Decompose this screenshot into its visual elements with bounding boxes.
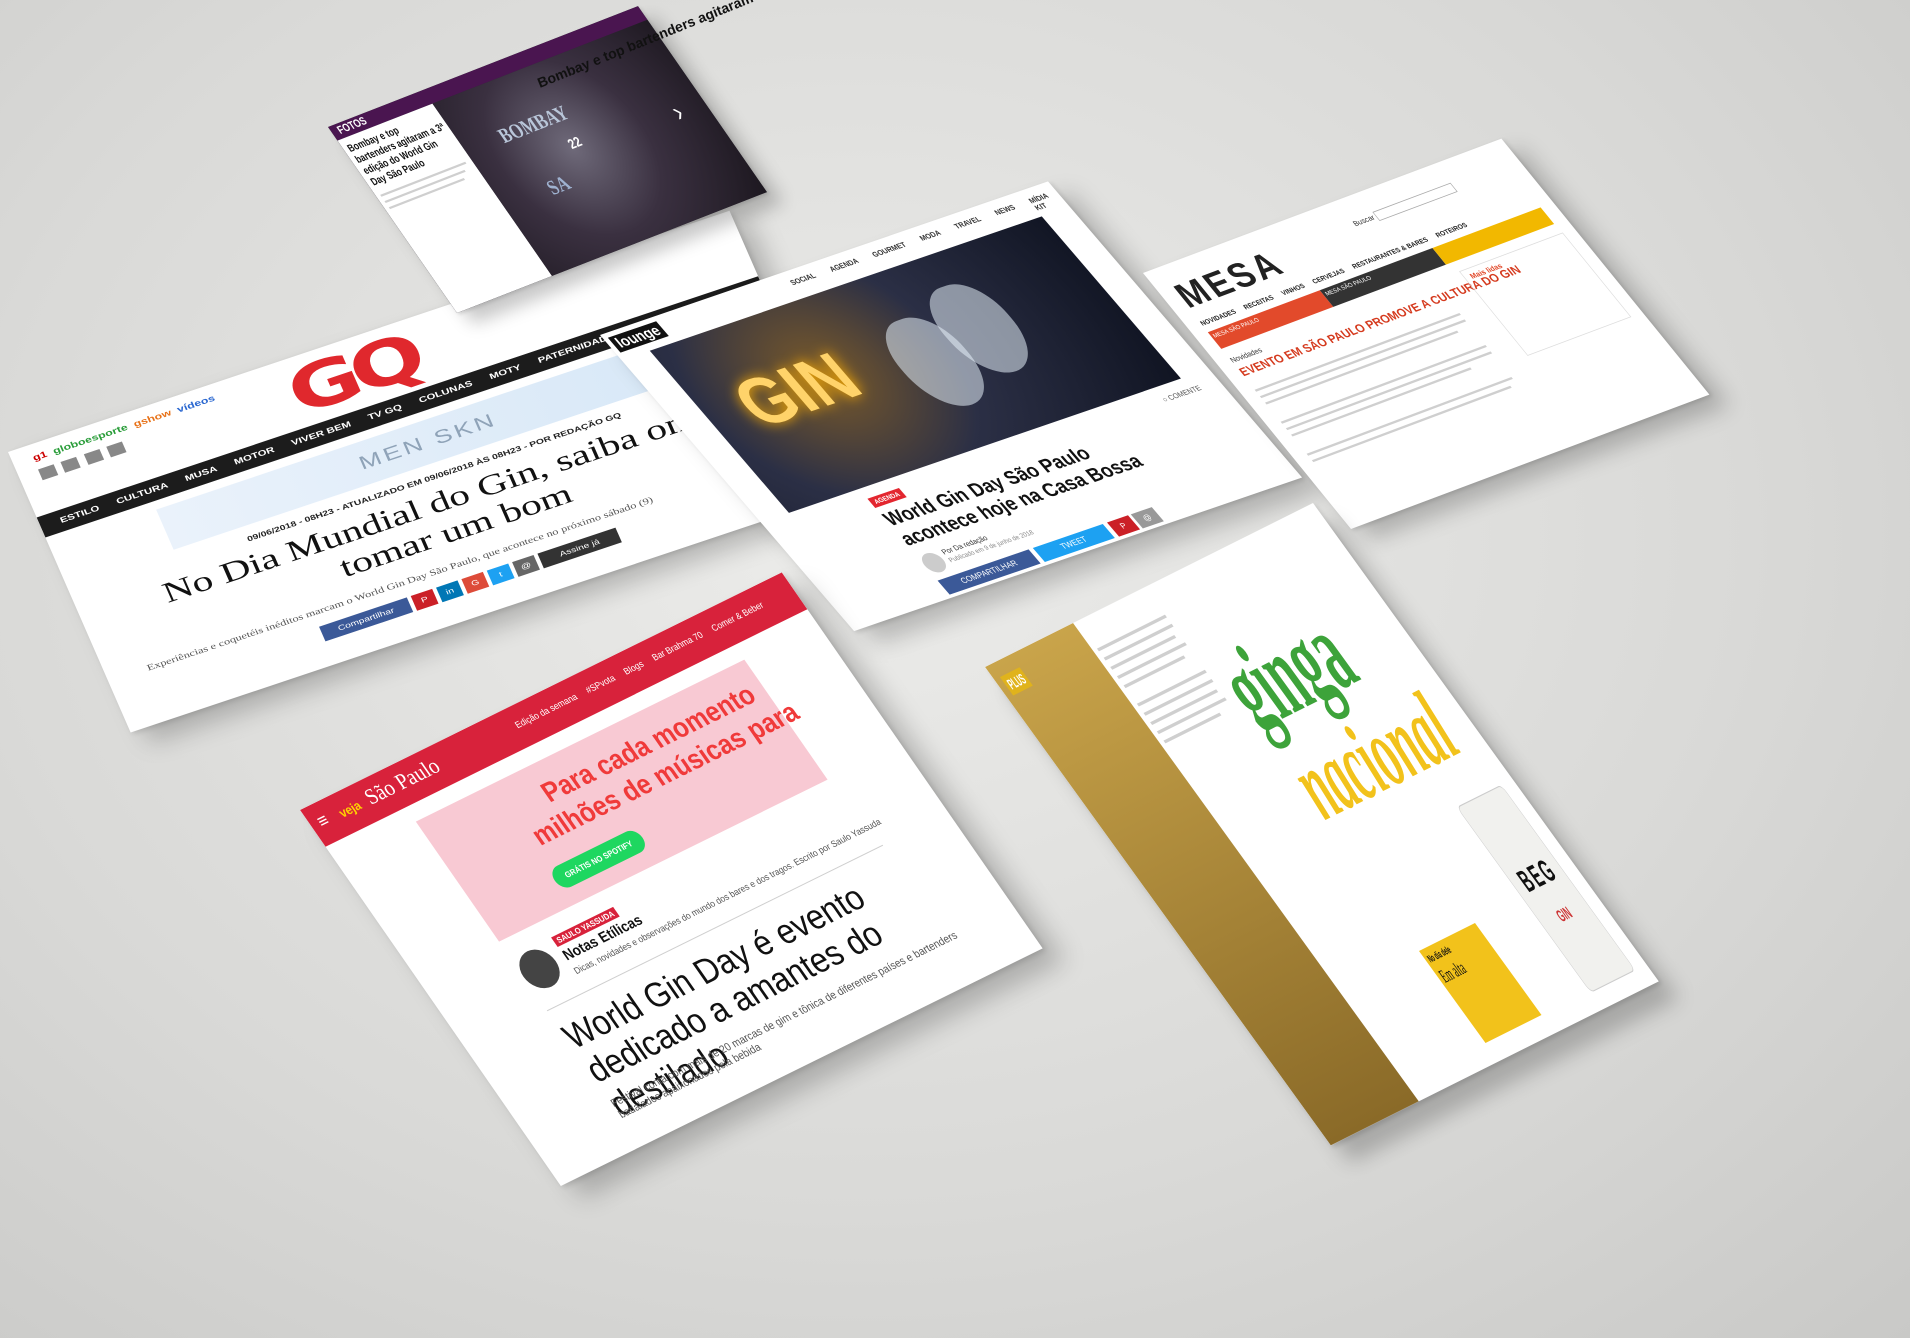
share-google-button[interactable]: G <box>461 571 490 594</box>
veja-headline: World Gin Day é evento dedicado a amante… <box>556 850 976 1124</box>
menu-moda[interactable]: MODA <box>918 229 949 250</box>
body-line <box>1311 385 1512 463</box>
menu-estilo[interactable]: ESTILO <box>59 504 101 525</box>
menu-moty[interactable]: MOTY <box>488 363 522 381</box>
nav-g1[interactable]: g1 <box>31 449 49 463</box>
menu-edicao[interactable]: Edição da semana <box>513 692 580 731</box>
spotify-ad[interactable]: Para cada momento milhões de músicas par… <box>415 659 828 942</box>
google-plus-icon[interactable] <box>60 456 82 473</box>
chevron-right-icon[interactable]: › <box>665 97 691 127</box>
ginga-magazine-card: PLUS ginga nacional No dia dele Em alta … <box>985 503 1659 1146</box>
veja-logo-prefix[interactable]: veja <box>336 798 365 821</box>
instagram-icon[interactable] <box>83 449 105 465</box>
search-label: Buscar <box>1351 213 1378 229</box>
menu-icon[interactable]: ≡ <box>313 810 334 833</box>
plus-label: PLUS <box>999 667 1033 696</box>
sapphire-sign: SA <box>541 171 576 200</box>
menu-cultura[interactable]: CULTURA <box>115 481 170 506</box>
menu-social[interactable]: SOCIAL <box>788 271 824 293</box>
veja-logo[interactable]: São Paulo <box>360 754 446 810</box>
menu-blogs[interactable]: Blogs <box>622 659 646 677</box>
author-avatar[interactable] <box>511 943 568 995</box>
menu-vinhos[interactable]: VINHOS <box>1279 282 1306 297</box>
menu-news[interactable]: NEWS <box>992 203 1023 224</box>
facebook-icon[interactable] <box>38 464 59 481</box>
search-box[interactable]: Buscar <box>1351 182 1458 229</box>
bombay-sign: BOMBAY <box>493 101 574 148</box>
search-input[interactable] <box>1372 182 1458 222</box>
side-widget-title: Mais lidas <box>1468 262 1505 281</box>
photo-counter: 22 <box>564 134 586 153</box>
nav-videos[interactable]: vídeos <box>175 393 216 415</box>
menu-agenda[interactable]: AGENDA <box>827 257 866 280</box>
share-label: COMPARTILHAR <box>958 558 1020 586</box>
rss-icon[interactable] <box>106 441 127 458</box>
menu-spvota[interactable]: #SPvota <box>584 674 618 696</box>
share-twitter-button[interactable]: t <box>486 563 515 586</box>
share-linkedin-button[interactable]: in <box>436 580 464 603</box>
fotos-headline-text: Bombay e top bartenders agitaram a 3ª ed… <box>344 121 448 189</box>
body-line <box>1285 351 1493 431</box>
gin-neon-sign: GIN <box>715 338 878 442</box>
bottle-subtitle: GIN <box>1553 904 1577 926</box>
menu-viver-bem[interactable]: VIVER BEM <box>290 420 353 448</box>
menu-travel[interactable]: TRAVEL <box>952 215 989 238</box>
share-label: Compartilhar <box>336 606 396 633</box>
spotify-button-label: GRÁTIS NO SPOTIFY <box>562 838 635 880</box>
menu-musa[interactable]: MUSA <box>184 465 219 484</box>
veja-sp-article-card: ≡ veja São Paulo Edição da semana #SPvot… <box>300 572 1043 1186</box>
menu-comer-beber[interactable]: Comer & Beber <box>710 600 766 634</box>
comment-link[interactable]: ○ COMENTE <box>1160 384 1203 404</box>
mesa-logo[interactable]: MESA <box>1166 244 1294 316</box>
comment-label: COMENTE <box>1165 383 1204 402</box>
nav-gshow[interactable]: gshow <box>132 407 173 429</box>
side-widget: Mais lidas <box>1459 232 1632 356</box>
share-email-button[interactable]: @ <box>512 554 540 577</box>
tweet-button[interactable]: TWEET <box>1032 523 1115 563</box>
menu-motor[interactable]: MOTOR <box>233 445 276 466</box>
share-pinterest-button[interactable]: P <box>410 588 439 611</box>
bottle-brand: BEG <box>1511 853 1565 899</box>
menu-midia-kit[interactable]: MÍDIA KIT <box>1027 188 1066 212</box>
menu-bar-brahma[interactable]: Bar Brahma 70 <box>650 630 705 663</box>
tweet-label: TWEET <box>1058 534 1090 552</box>
menu-tv-gq[interactable]: TV GQ <box>367 403 404 422</box>
subscribe-label: Assine já <box>558 537 602 559</box>
